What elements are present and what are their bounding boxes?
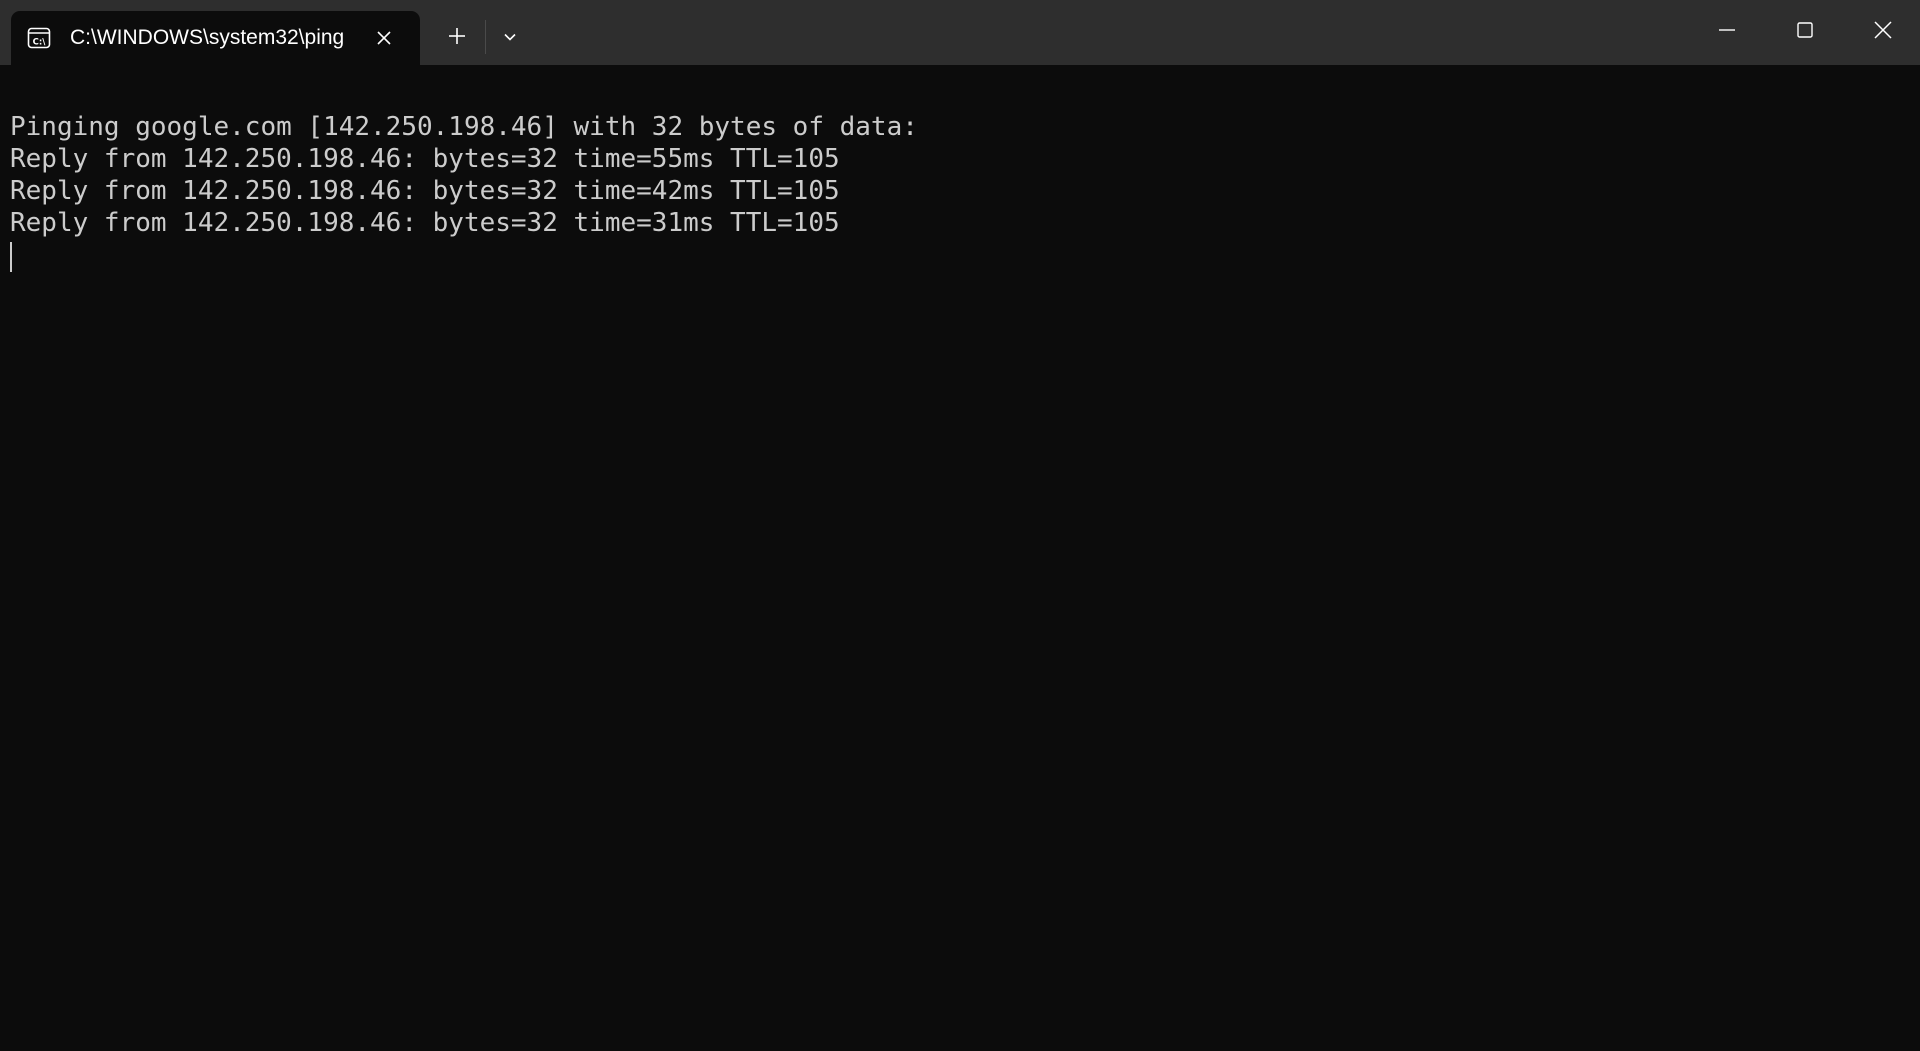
tab-title: C:\WINDOWS\system32\ping (70, 26, 345, 49)
minimize-button[interactable] (1688, 0, 1766, 60)
plus-icon (449, 28, 465, 44)
output-lines: Pinging google.com [142.250.198.46] with… (10, 111, 918, 239)
tab-separator (485, 20, 486, 54)
svg-text:C:\: C:\ (33, 37, 47, 47)
text-cursor (10, 242, 12, 272)
title-bar[interactable]: C:\ C:\WINDOWS\system32\ping (0, 0, 1920, 65)
close-icon (1874, 21, 1892, 39)
close-window-button[interactable] (1844, 0, 1920, 60)
output-line: Pinging google.com [142.250.198.46] with… (10, 112, 918, 142)
tab-dropdown-button[interactable] (495, 21, 525, 53)
maximize-button[interactable] (1766, 0, 1844, 60)
output-line: Reply from 142.250.198.46: bytes=32 time… (10, 208, 840, 238)
close-tab-icon[interactable] (373, 27, 395, 49)
maximize-icon (1797, 22, 1813, 38)
tab-ping[interactable]: C:\ C:\WINDOWS\system32\ping (11, 11, 420, 65)
output-line: Reply from 142.250.198.46: bytes=32 time… (10, 144, 840, 174)
command-prompt-icon: C:\ (27, 27, 51, 49)
terminal-window: C:\ C:\WINDOWS\system32\ping Pinging goo… (0, 0, 1920, 1051)
new-tab-button[interactable] (440, 19, 474, 53)
chevron-down-icon (504, 33, 516, 41)
minimize-icon (1719, 29, 1735, 31)
output-line: Reply from 142.250.198.46: bytes=32 time… (10, 176, 840, 206)
terminal-output[interactable]: Pinging google.com [142.250.198.46] with… (0, 65, 1920, 1051)
